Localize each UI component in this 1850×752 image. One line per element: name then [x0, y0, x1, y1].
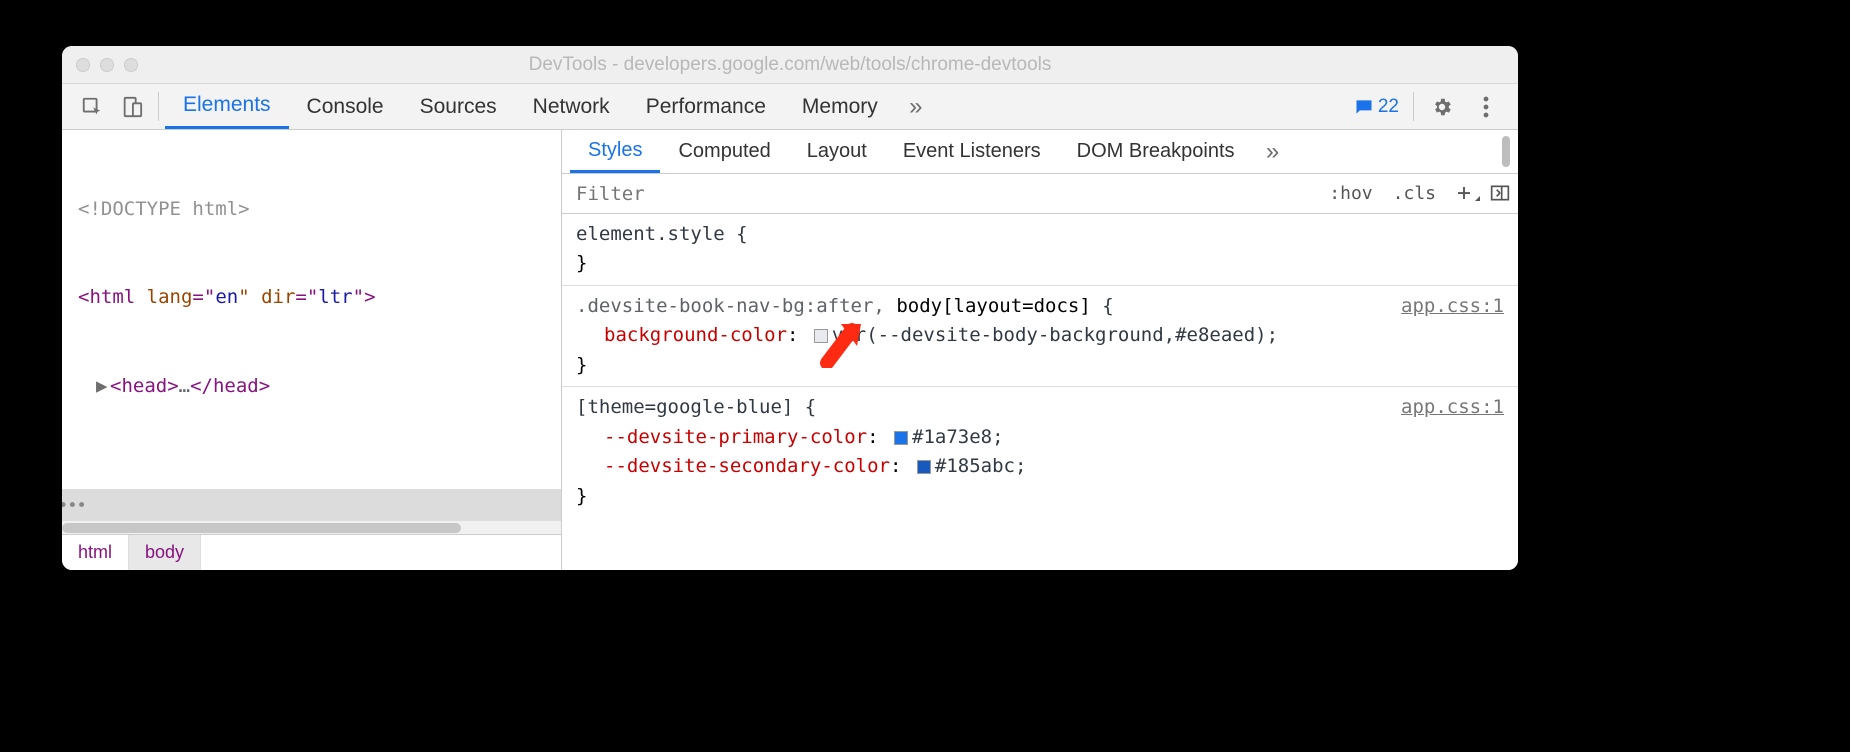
source-link[interactable]: app.css:1 — [1401, 393, 1504, 422]
tab-console[interactable]: Console — [289, 84, 402, 129]
zoom-dot-icon[interactable] — [124, 58, 138, 72]
tab-sources[interactable]: Sources — [402, 84, 515, 129]
close-dot-icon[interactable] — [76, 58, 90, 72]
devtools-window: DevTools - developers.google.com/web/too… — [62, 46, 1518, 570]
head-node[interactable]: ▶<head>…</head> — [62, 372, 561, 401]
html-node[interactable]: <html lang="en" dir="ltr"> — [62, 283, 561, 312]
window-title: DevTools - developers.google.com/web/too… — [62, 54, 1518, 76]
new-style-rule-icon[interactable] — [1446, 184, 1482, 202]
toggle-cls[interactable]: .cls — [1383, 183, 1446, 204]
rule-element-style[interactable]: element.style { } — [562, 214, 1518, 286]
styles-rules-list: element.style { } app.css:1 .devsite-boo… — [562, 214, 1518, 570]
color-swatch-icon[interactable] — [894, 431, 908, 445]
subtab-dom-breakpoints[interactable]: DOM Breakpoints — [1059, 130, 1253, 173]
body-node-selected[interactable]: ••• ▼<body type="article" theme="google-… — [62, 489, 561, 520]
minimize-dot-icon[interactable] — [100, 58, 114, 72]
subtabs-overflow-icon[interactable]: » — [1253, 130, 1293, 173]
breadcrumb-body[interactable]: body — [129, 535, 201, 570]
breadcrumb-html[interactable]: html — [62, 535, 129, 570]
window-controls — [76, 58, 138, 72]
subtab-styles[interactable]: Styles — [570, 130, 660, 173]
toolbar-separator — [1413, 92, 1414, 121]
styles-sidebar: Styles Computed Layout Event Listeners D… — [562, 130, 1518, 570]
overflow-ellipsis-icon: ••• — [62, 493, 86, 519]
inspect-icon[interactable] — [72, 84, 112, 129]
dom-tree[interactable]: <!DOCTYPE html> <html lang="en" dir="ltr… — [62, 130, 561, 520]
device-toggle-icon[interactable] — [112, 84, 152, 129]
styles-filter-bar: :hov .cls — [562, 174, 1518, 214]
color-swatch-icon[interactable] — [917, 460, 931, 474]
doctype-node: <!DOCTYPE html> — [78, 198, 250, 220]
css-declaration[interactable]: background-color: var(--devsite-body-bac… — [576, 321, 1504, 350]
messages-badge[interactable]: 22 — [1346, 84, 1407, 129]
rule-devsite-book-nav[interactable]: app.css:1 .devsite-book-nav-bg:after, bo… — [562, 286, 1518, 387]
rule-close-brace: } — [576, 249, 1504, 278]
subtab-layout[interactable]: Layout — [789, 130, 885, 173]
tab-performance[interactable]: Performance — [628, 84, 784, 129]
toolbar-separator — [158, 92, 159, 121]
css-declaration[interactable]: --devsite-primary-color: #1a73e8; — [576, 423, 1504, 452]
styles-filter-input[interactable] — [562, 183, 1319, 205]
messages-count: 22 — [1378, 96, 1399, 118]
sidebar-tabs: Styles Computed Layout Event Listeners D… — [562, 130, 1518, 174]
titlebar: DevTools - developers.google.com/web/too… — [62, 46, 1518, 84]
expand-icon[interactable]: ▶ — [96, 372, 110, 401]
subtab-computed[interactable]: Computed — [660, 130, 788, 173]
toggle-computed-sidebar-icon[interactable] — [1482, 184, 1518, 202]
horizontal-scrollbar[interactable] — [62, 520, 561, 534]
dom-breadcrumbs: html body — [62, 534, 561, 570]
tab-elements[interactable]: Elements — [165, 84, 289, 129]
settings-icon[interactable] — [1420, 84, 1464, 129]
color-swatch-icon[interactable] — [814, 329, 828, 343]
elements-panel: <!DOCTYPE html> <html lang="en" dir="ltr… — [62, 130, 562, 570]
rule-theme-google-blue[interactable]: app.css:1 [theme=google-blue] { --devsit… — [562, 387, 1518, 517]
tab-memory[interactable]: Memory — [784, 84, 896, 129]
rule-close-brace: } — [576, 351, 1504, 380]
rule-selector[interactable]: .devsite-book-nav-bg:after, body[layout=… — [576, 292, 1504, 321]
tab-network[interactable]: Network — [515, 84, 628, 129]
message-icon — [1354, 97, 1374, 117]
rule-close-brace: } — [576, 482, 1504, 511]
css-declaration[interactable]: --devsite-secondary-color: #185abc; — [576, 452, 1504, 481]
kebab-menu-icon[interactable] — [1464, 84, 1508, 129]
toggle-hov[interactable]: :hov — [1319, 183, 1382, 204]
rule-selector[interactable]: element.style { — [576, 220, 1504, 249]
tabs-overflow-icon[interactable]: » — [896, 84, 936, 129]
main-toolbar: Elements Console Sources Network Perform… — [62, 84, 1518, 130]
rule-selector[interactable]: [theme=google-blue] { — [576, 393, 1504, 422]
source-link[interactable]: app.css:1 — [1401, 292, 1504, 321]
vertical-scroll-indicator[interactable] — [1502, 136, 1510, 167]
subtab-event-listeners[interactable]: Event Listeners — [885, 130, 1059, 173]
